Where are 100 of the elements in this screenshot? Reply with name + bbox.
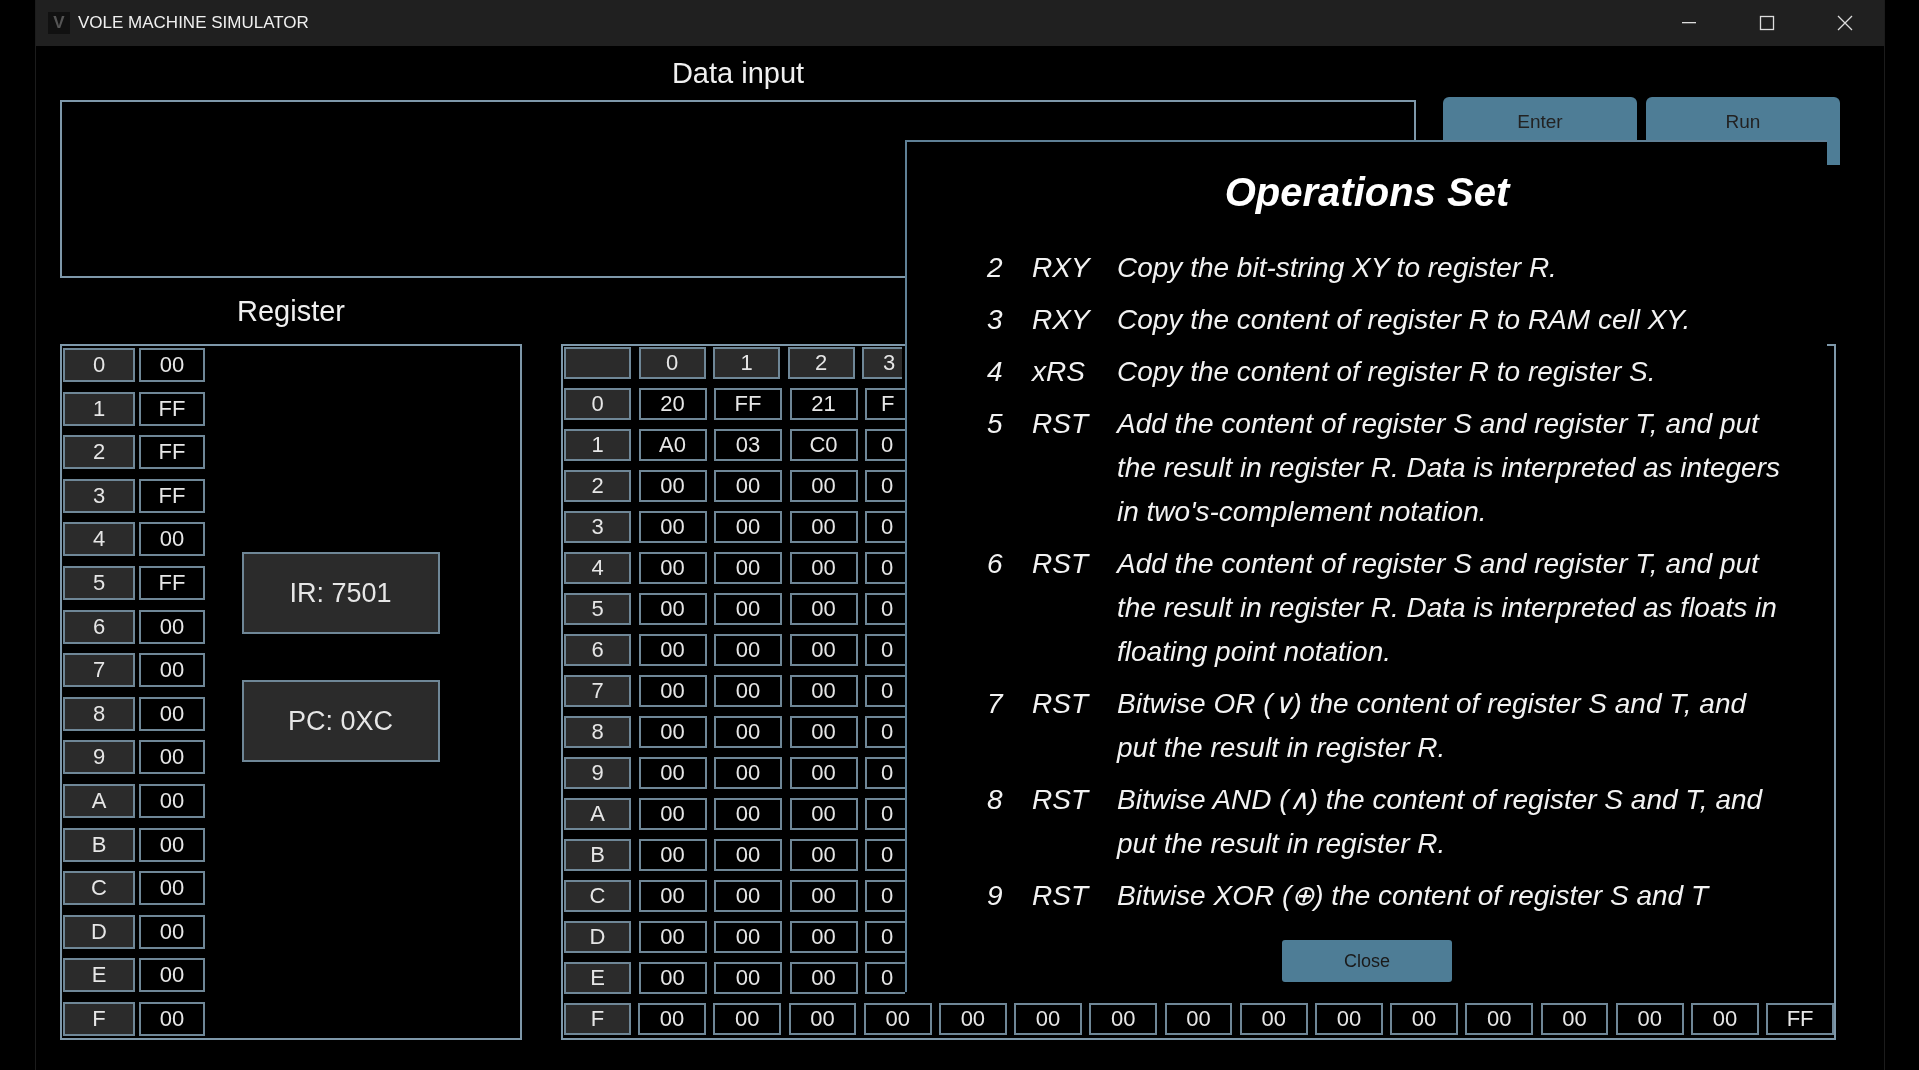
register-index: 9 [63,740,135,775]
op-description: Copy the bit-string XY to register R. [1117,251,1558,285]
memory-cell: 00 [638,552,707,584]
memory-cell: 00 [1390,1003,1458,1035]
memory-cell: 00 [714,593,782,625]
memory-cell: 00 [789,921,858,953]
memory-cell: 00 [638,511,707,543]
memory-cell: 00 [638,839,707,871]
memory-cell: 00 [1014,1003,1082,1035]
register-index: 6 [63,609,135,644]
memory-cell: 00 [714,552,782,584]
memory-cell: 00 [638,962,707,994]
memory-cell: 00 [638,798,707,830]
memory-cell: 00 [638,675,707,707]
memory-cell: 00 [789,552,858,584]
close-icon [1837,15,1853,31]
memory-cell: 00 [863,1003,932,1035]
register-value: 00 [139,609,205,644]
memory-cell: 0 [865,839,905,871]
maximize-icon [1759,15,1775,31]
memory-cell: 20 [638,388,707,420]
column-header: 3 [862,347,902,379]
op-operands: xRS [1032,355,1086,389]
memory-cell: 00 [714,839,782,871]
memory-cell: 00 [788,1003,857,1035]
register-value: 00 [139,348,205,382]
memory-cell: 00 [939,1003,1007,1035]
op-description: Bitwise AND (∧) the content of register S and T, and put the result in register R. [1117,783,1764,861]
column-header: 2 [787,347,855,379]
register-value: FF [139,478,205,513]
memory-cell: 0 [865,634,905,666]
memory-cell: 00 [789,470,858,502]
memory-cell: 0 [865,593,905,625]
memory-cell: 0 [865,675,905,707]
register-value: 00 [139,740,205,775]
op-code: 9 [987,879,1004,913]
memory-cell: A0 [638,429,707,461]
memory-cell: 00 [1239,1003,1308,1035]
op-description: Copy the content of register R to register S. [1117,355,1657,389]
memory-cell: 00 [713,1003,782,1035]
memory-cell: 03 [714,429,782,461]
minimize-icon [1682,22,1696,24]
memory-cell: 00 [1691,1003,1759,1035]
register-index: F [63,1001,135,1036]
register-value: 00 [139,871,205,906]
op-code: 5 [987,407,1004,441]
memory-cell: 0 [865,757,905,789]
register-index: D [63,914,135,949]
memory-cell: 00 [789,880,858,912]
register-index: 4 [63,522,135,557]
op-operands: RST [1032,407,1091,441]
memory-cell: 00 [714,798,782,830]
close-dialog-button[interactable]: Close [1282,940,1452,982]
window-title: VOLE MACHINE SIMULATOR [78,13,309,33]
register-index: A [63,783,135,818]
memory-cell: 00 [638,470,707,502]
register-index: C [63,871,135,906]
op-operands: RST [1032,783,1091,817]
memory-cell: 0 [865,880,905,912]
op-operands: RXY [1032,303,1092,337]
memory-cell: 00 [1164,1003,1233,1035]
op-operands: RXY [1032,251,1092,285]
register-value: 00 [139,827,205,862]
register-index: 7 [63,653,135,688]
op-code: 4 [987,355,1004,389]
memory-cell: 00 [714,470,782,502]
memory-cell: 0 [865,921,905,953]
register-index: 0 [63,348,135,382]
memory-cell: 0 [865,552,905,584]
register-index: 1 [63,391,135,426]
memory-cell: 00 [1540,1003,1609,1035]
memory-cell: 00 [789,716,858,748]
memory-cell: 00 [789,757,858,789]
memory-cell: 00 [638,1003,706,1035]
data-input-label: Data input [670,55,806,91]
register-index: 3 [63,478,135,513]
register-value: 00 [139,522,205,557]
memory-cell: 0 [865,716,905,748]
ir-display: IR: 7501 [241,552,440,634]
op-description: Bitwise OR (∨) the content of register S and T, and put the result in register R. [1117,687,1748,765]
row-header: 6 [564,634,631,666]
memory-cell: 00 [638,921,707,953]
row-header: 7 [564,675,631,707]
memory-cell: 21 [789,388,858,420]
op-description: Bitwise XOR (⊕) the content of register S and T [1117,879,1711,913]
memory-cell: 0 [865,470,905,502]
register-value: FF [139,565,205,600]
register-value: 00 [139,696,205,731]
register-value: 00 [139,653,205,688]
register-index: B [63,827,135,862]
register-value: 00 [139,1001,205,1036]
memory-cell: 00 [638,716,707,748]
app-icon: V [48,12,70,34]
memory-cell: 00 [714,921,782,953]
row-header: A [564,798,631,830]
memory-cell: 00 [1615,1003,1684,1035]
row-header: 2 [564,470,631,502]
register-value: 00 [139,783,205,818]
op-operands: RST [1032,687,1091,721]
memory-cell: 0 [865,798,905,830]
